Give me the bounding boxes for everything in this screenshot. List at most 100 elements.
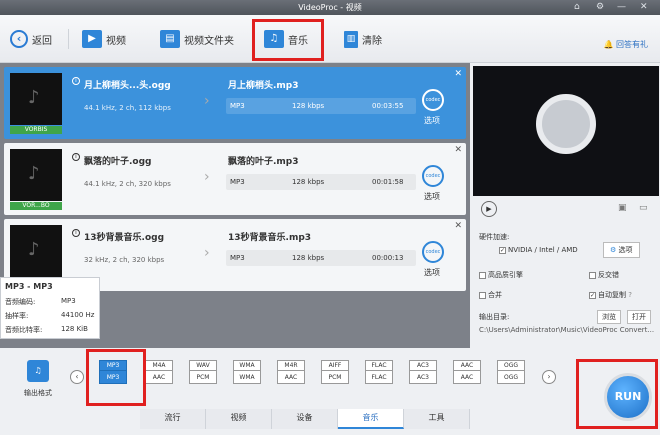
- mp3-format-highlight: [86, 349, 146, 406]
- info-icon[interactable]: i: [72, 229, 80, 237]
- music-note-icon: ♪: [28, 239, 40, 260]
- play-icon[interactable]: ▶: [481, 201, 497, 217]
- output-dir-label: 输出目录:: [479, 313, 510, 321]
- hw-accel-checkbox[interactable]: ✓ NVIDIA / Intel / AMD: [499, 246, 578, 254]
- chevron-right-icon: ›: [204, 93, 210, 109]
- format-category-tabs: 流行 视频 设备 音乐 工具: [140, 409, 470, 429]
- format-item[interactable]: AAC AAC: [453, 360, 481, 384]
- remove-file-icon[interactable]: ✕: [454, 145, 462, 155]
- file-thumbnail: ♪: [10, 225, 62, 277]
- output-stats: MP3 128 kbps 00:00:13: [226, 250, 416, 266]
- info-icon[interactable]: i: [72, 153, 80, 161]
- open-button[interactable]: 打开: [627, 310, 651, 324]
- merge-checkbox[interactable]: 合并: [479, 290, 502, 300]
- tab-toolbox[interactable]: 工具: [404, 409, 470, 429]
- format-item[interactable]: AC3 AC3: [409, 360, 437, 384]
- file-thumbnail: ♪: [10, 73, 62, 125]
- tab-music[interactable]: 音乐: [338, 409, 404, 429]
- add-video-button[interactable]: ▶ 视频: [82, 24, 126, 54]
- source-file-name: 飘落的叶子.ogg: [84, 157, 152, 167]
- settings-panel: 硬件加速: ✓ NVIDIA / Intel / AMD ⚙ 选项 高品质引擎 反…: [477, 230, 657, 342]
- music-button-highlight: [252, 19, 324, 61]
- deinterlace-checkbox[interactable]: 反交错: [589, 270, 619, 280]
- file-card[interactable]: ♪ VORBIS i 月上柳梢头...头.ogg 44.1 kHz, 2 ch,…: [4, 67, 466, 139]
- format-item[interactable]: WAV PCM: [189, 360, 217, 384]
- run-button[interactable]: RUN: [604, 373, 652, 421]
- format-item[interactable]: AIFF PCM: [321, 360, 349, 384]
- source-file-info: 44.1 kHz, 2 ch, 112 kbps: [84, 104, 171, 112]
- codec-gear-icon[interactable]: codec: [422, 241, 444, 263]
- source-file-info: 44.1 kHz, 2 ch, 320 kbps: [84, 180, 171, 188]
- format-item[interactable]: M4A AAC: [145, 360, 173, 384]
- auto-copy-checkbox[interactable]: ✓ 自动复制 ?: [589, 290, 632, 300]
- chevron-left-icon[interactable]: ‹: [70, 370, 84, 384]
- remove-file-icon[interactable]: ✕: [454, 69, 462, 79]
- output-file-name[interactable]: 飘落的叶子.mp3: [228, 154, 299, 167]
- trash-icon: ▥: [344, 30, 358, 48]
- window-title: VideoProc - 视频: [0, 0, 660, 15]
- preview-pane: [473, 66, 659, 196]
- help-link[interactable]: 🔔 回答有礼: [603, 39, 648, 50]
- minimize-icon[interactable]: —: [617, 0, 626, 15]
- source-file-name: 13秒背景音乐.ogg: [84, 233, 165, 243]
- browse-button[interactable]: 浏览: [597, 310, 621, 324]
- output-format: MP3: [230, 254, 245, 262]
- back-arrow-icon: ‹: [10, 30, 28, 48]
- output-format-icon: ♫: [27, 360, 49, 382]
- output-file-name[interactable]: 月上柳梢头.mp3: [228, 78, 299, 91]
- option-button[interactable]: 选项: [424, 267, 440, 278]
- format-item[interactable]: M4R AAC: [277, 360, 305, 384]
- format-item[interactable]: FLAC FLAC: [365, 360, 393, 384]
- output-format-button[interactable]: ♫ 输出格式: [18, 360, 58, 398]
- home-icon[interactable]: ⌂: [574, 0, 580, 15]
- folder-icon[interactable]: ▭: [639, 203, 648, 213]
- video-icon: ▶: [82, 30, 102, 48]
- tab-video[interactable]: 视频: [206, 409, 272, 429]
- output-bitrate: 128 kbps: [292, 178, 325, 186]
- output-bitrate: 128 kbps: [292, 102, 325, 110]
- option-button[interactable]: 选项: [424, 191, 440, 202]
- bell-icon: 🔔: [603, 40, 614, 49]
- video-folder-icon: ▤: [160, 30, 180, 48]
- back-button[interactable]: ‹ 返回: [10, 24, 52, 54]
- output-duration: 00:03:55: [372, 102, 404, 110]
- gear-icon[interactable]: ⚙: [596, 0, 604, 15]
- remove-file-icon[interactable]: ✕: [454, 221, 462, 231]
- high-quality-checkbox[interactable]: 高品质引擎: [479, 270, 523, 280]
- close-icon[interactable]: ✕: [640, 0, 648, 15]
- clear-button[interactable]: ▥ 清除: [344, 24, 382, 54]
- file-thumbnail: ♪: [10, 149, 62, 201]
- chevron-right-icon: ›: [204, 169, 210, 185]
- format-info-tooltip: MP3 - MP3 音频编码: MP3 抽样率: 44100 Hz 音频比特率: 12…: [0, 277, 100, 339]
- output-format: MP3: [230, 102, 245, 110]
- format-item[interactable]: OGG OGG: [497, 360, 525, 384]
- output-stats: MP3 128 kbps 00:01:58: [226, 174, 416, 190]
- help-icon[interactable]: ?: [626, 291, 632, 299]
- snapshot-icon[interactable]: ▣: [618, 203, 627, 213]
- codec-gear-icon[interactable]: codec: [422, 89, 444, 111]
- preview-controls: ▶ ▣ ▭: [473, 198, 659, 220]
- tooltip-row: 抽样率: 44100 Hz: [5, 311, 95, 320]
- music-note-icon: ♪: [28, 163, 40, 184]
- info-icon[interactable]: i: [72, 77, 80, 85]
- format-item[interactable]: WMA WMA: [233, 360, 261, 384]
- hw-options-button[interactable]: ⚙ 选项: [603, 242, 640, 258]
- chevron-right-icon[interactable]: ›: [542, 370, 556, 384]
- output-duration: 00:01:58: [372, 178, 404, 186]
- codec-badge: VORBIS: [10, 126, 62, 134]
- file-card[interactable]: ♪ VOR...BO i 飘落的叶子.ogg 44.1 kHz, 2 ch, 3…: [4, 143, 466, 215]
- option-button[interactable]: 选项: [424, 115, 440, 126]
- output-stats: MP3 128 kbps 00:03:55: [226, 98, 416, 114]
- output-path: C:\Users\Administrator\Music\VideoProc C…: [479, 326, 655, 334]
- checkbox-checked-icon: ✓: [499, 246, 506, 254]
- tooltip-row: 音频比特率: 128 KiB: [5, 325, 88, 334]
- hw-accel-label: 硬件加速:: [479, 233, 510, 241]
- codec-gear-icon[interactable]: codec: [422, 165, 444, 187]
- output-format: MP3: [230, 178, 245, 186]
- gear-icon: ⚙: [610, 246, 617, 254]
- toolbar: ‹ 返回 ▶ 视频 ▤ 视频文件夹 ♫ 音乐 ▥ 清除 🔔 回答有礼: [0, 15, 660, 63]
- add-video-folder-button[interactable]: ▤ 视频文件夹: [160, 24, 234, 54]
- tab-popular[interactable]: 流行: [140, 409, 206, 429]
- tab-device[interactable]: 设备: [272, 409, 338, 429]
- output-file-name[interactable]: 13秒背景音乐.mp3: [228, 230, 311, 243]
